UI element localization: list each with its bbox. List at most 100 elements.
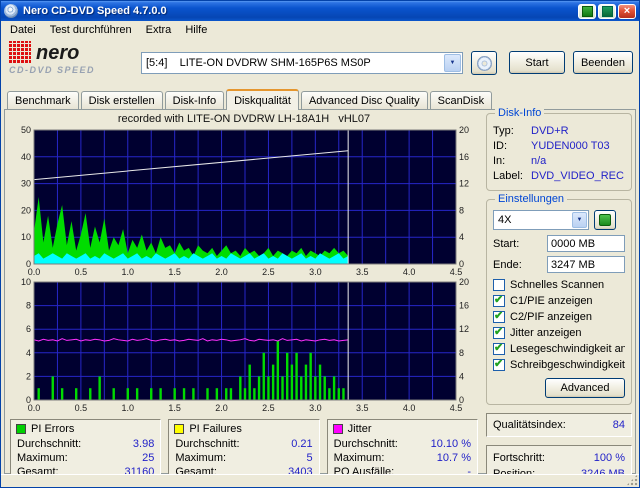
svg-text:3.5: 3.5 <box>356 403 369 413</box>
svg-text:1.0: 1.0 <box>122 403 135 413</box>
svg-text:1.5: 1.5 <box>168 267 181 277</box>
tab-strip: Benchmark Disk erstellen Disk-Info Diskq… <box>1 88 639 110</box>
svg-text:3.0: 3.0 <box>309 267 322 277</box>
menu-datei[interactable]: Datei <box>3 23 43 37</box>
svg-text:50: 50 <box>21 126 31 135</box>
quality-index-box: Qualitätsindex: 84 <box>486 413 632 437</box>
svg-text:2.0: 2.0 <box>215 267 228 277</box>
disk-info-label: ID: <box>493 140 508 152</box>
title-bar: Nero CD-DVD Speed 4.7.0.0 × <box>1 1 639 21</box>
chevron-down-icon[interactable]: ▼ <box>444 54 461 72</box>
svg-text:12: 12 <box>459 324 469 334</box>
progress-label: Fortschritt: <box>493 452 545 464</box>
stats-row: PI Errors Durchschnitt: 3.98 Maximum: 25 G… <box>8 419 480 482</box>
checkbox-c1-pie[interactable] <box>493 293 505 307</box>
svg-text:16: 16 <box>459 152 469 162</box>
disk-info-label: Typ: <box>493 125 514 137</box>
svg-text:3.5: 3.5 <box>356 267 369 277</box>
chart-header: recorded with LITE-ON DVDRW LH-18A1H vHL… <box>117 113 371 125</box>
svg-text:0.0: 0.0 <box>28 403 41 413</box>
svg-text:20: 20 <box>459 126 469 135</box>
disk-label-value: DVD_VIDEO_REC <box>531 170 624 182</box>
quality-index-value: 84 <box>612 419 625 431</box>
menu-bar: Datei Test durchführen Extra Hilfe <box>1 21 639 38</box>
svg-text:10: 10 <box>21 232 31 242</box>
svg-text:8: 8 <box>459 348 464 358</box>
settings-group: Einstellungen 4X ▼ Start: Ende: Schnell <box>486 193 632 405</box>
menu-test-durchfuehren[interactable]: Test durchführen <box>43 23 139 37</box>
svg-text:3.0: 3.0 <box>309 403 322 413</box>
checkbox-c2-pif[interactable] <box>493 309 505 323</box>
svg-text:6: 6 <box>26 324 31 334</box>
chevron-down-icon[interactable]: ▼ <box>572 212 587 228</box>
stat-value: 3.98 <box>132 438 155 450</box>
jitter-legend-swatch <box>332 424 343 434</box>
checkbox-label: Schreibgeschwindigkeit anzeigen <box>510 359 625 371</box>
resize-grip-icon[interactable] <box>626 474 638 486</box>
quality-index-label: Qualitätsindex: <box>493 419 566 431</box>
disk-id-value: YUDEN000 T03 <box>531 140 610 152</box>
disc-icon <box>476 55 492 71</box>
svg-text:2: 2 <box>26 371 31 381</box>
tab-benchmark[interactable]: Benchmark <box>7 91 79 109</box>
svg-text:4: 4 <box>26 348 31 358</box>
checkbox-schnelles-scannen[interactable] <box>493 279 505 291</box>
stat-label: Durchschnitt: <box>17 438 82 450</box>
tab-disk-erstellen[interactable]: Disk erstellen <box>80 91 163 109</box>
disk-info-label: Label: <box>493 170 523 182</box>
drive-select-value: [5:4] LITE-ON DVDRW SHM-165P6S MS0P <box>146 57 371 69</box>
stat-value: 25 <box>142 452 155 464</box>
svg-text:2.0: 2.0 <box>215 403 228 413</box>
tab-disk-info[interactable]: Disk-Info <box>164 91 225 109</box>
menu-hilfe[interactable]: Hilfe <box>178 23 214 37</box>
checkbox-lesegeschwindigkeit[interactable] <box>493 341 505 355</box>
svg-text:8: 8 <box>26 301 31 311</box>
side-panel: Disk-Info Typ: DVD+R ID: YUDEN000 T03 In: n… <box>486 107 632 487</box>
refresh-icon <box>599 214 611 226</box>
green-disc-icon <box>601 5 613 17</box>
nero-dots-icon <box>9 41 31 63</box>
svg-text:20: 20 <box>21 205 31 215</box>
svg-text:1.5: 1.5 <box>168 403 181 413</box>
drive-select[interactable]: [5:4] LITE-ON DVDRW SHM-165P6S MS0P ▼ <box>141 52 463 74</box>
stat-title: PI Errors <box>31 423 75 435</box>
titlebar-extra-button-2[interactable] <box>598 3 616 19</box>
checkbox-jitter[interactable] <box>493 325 505 339</box>
stat-label: Maximum: <box>333 452 385 464</box>
stat-title: PI Failures <box>189 423 242 435</box>
svg-text:30: 30 <box>21 179 31 189</box>
tab-diskqualitaet[interactable]: Diskqualität <box>226 89 299 110</box>
svg-text:10: 10 <box>21 278 31 287</box>
advanced-button[interactable]: Advanced <box>545 378 625 398</box>
checkbox-schreibgeschwindigkeit[interactable] <box>493 357 505 371</box>
svg-text:2.5: 2.5 <box>262 403 275 413</box>
titlebar-extra-button-1[interactable] <box>578 3 596 19</box>
tab-scandisk[interactable]: ScanDisk <box>429 91 493 109</box>
eject-disc-button[interactable] <box>471 51 497 75</box>
svg-text:0.0: 0.0 <box>28 267 41 277</box>
svg-text:0.5: 0.5 <box>75 403 88 413</box>
tab-advanced-disc-quality[interactable]: Advanced Disc Quality <box>300 91 428 109</box>
nero-logo: nero CD-DVD SPEED <box>9 41 135 75</box>
menu-extra[interactable]: Extra <box>139 23 179 37</box>
jitter-stats: Jitter Durchschnitt: 10.10 % Maximum: 10.7… <box>326 419 478 482</box>
end-field-label: Ende: <box>493 258 522 271</box>
app-window: Nero CD-DVD Speed 4.7.0.0 × Datei Test d… <box>0 0 640 488</box>
svg-text:1.0: 1.0 <box>122 267 135 277</box>
svg-text:40: 40 <box>21 152 31 162</box>
end-field[interactable] <box>547 256 625 273</box>
refresh-button[interactable] <box>594 210 616 230</box>
app-disc-icon <box>4 4 18 18</box>
pi-errors-stats: PI Errors Durchschnitt: 3.98 Maximum: 25 G… <box>10 419 162 482</box>
close-button[interactable]: × <box>618 3 636 19</box>
start-button[interactable]: Start <box>509 51 565 74</box>
start-field[interactable] <box>547 235 625 252</box>
stat-title: Jitter <box>347 423 372 435</box>
speed-select[interactable]: 4X ▼ <box>493 210 589 230</box>
pi-failures-stats: PI Failures Durchschnitt: 0.21 Maximum: 5 … <box>168 419 320 482</box>
progress-value: 100 % <box>593 452 625 464</box>
cdspeed-logo-text: CD-DVD SPEED <box>9 65 96 75</box>
checkbox-label: C2/PIF anzeigen <box>510 311 592 323</box>
svg-text:4: 4 <box>459 371 464 381</box>
quit-button[interactable]: Beenden <box>573 51 633 74</box>
